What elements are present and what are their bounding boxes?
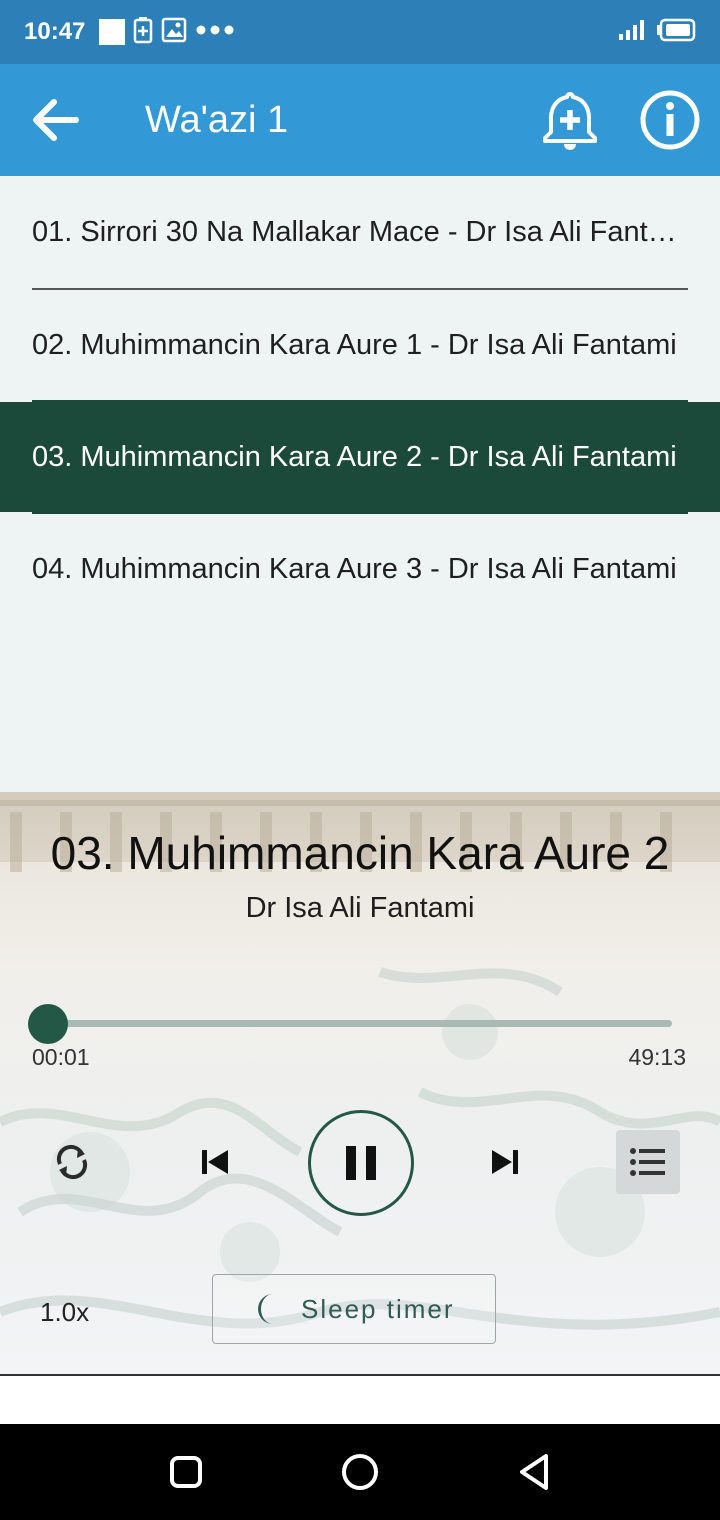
current-time: 00:01: [32, 1044, 90, 1070]
progress-thumb[interactable]: [28, 1004, 68, 1044]
player-panel: 03. Muhimmancin Kara Aure 2 Dr Isa Ali F…: [0, 792, 720, 1374]
info-icon[interactable]: [638, 88, 702, 152]
status-bar: 10:47: [0, 0, 720, 64]
moon-icon: [258, 1294, 273, 1324]
app-bar: Wa'azi 1: [0, 64, 720, 176]
sleep-timer-button[interactable]: Sleep timer: [212, 1274, 496, 1344]
skip-next-icon[interactable]: [474, 1132, 534, 1192]
status-time: 10:47: [24, 18, 86, 45]
sleep-timer-label: Sleep timer: [301, 1293, 455, 1324]
battery-icon: [656, 18, 696, 47]
skip-previous-icon[interactable]: [186, 1132, 246, 1192]
signal-icon: [618, 18, 646, 47]
pause-button[interactable]: [308, 1110, 414, 1216]
track-list: 01. Sirrori 30 Na Mallakar Mace - Dr Isa…: [0, 176, 720, 624]
image-icon: [161, 17, 187, 48]
list-item-active[interactable]: 03. Muhimmancin Kara Aure 2 - Dr Isa Ali…: [0, 402, 720, 512]
total-time: 49:13: [628, 1044, 686, 1070]
list-item[interactable]: 01. Sirrori 30 Na Mallakar Mace - Dr Isa…: [0, 176, 720, 288]
home-icon[interactable]: [336, 1448, 384, 1496]
repeat-icon[interactable]: [44, 1134, 100, 1190]
add-alarm-icon[interactable]: [538, 88, 602, 152]
system-nav-bar: [0, 1424, 720, 1520]
list-item[interactable]: 04. Muhimmancin Kara Aure 3 - Dr Isa Ali…: [0, 514, 720, 624]
pause-icon: [346, 1146, 376, 1180]
back-nav-icon[interactable]: [510, 1448, 558, 1496]
track-label: 02. Muhimmancin Kara Aure 1 - Dr Isa Ali…: [32, 328, 677, 361]
now-playing-artist: Dr Isa Ali Fantami: [245, 892, 475, 924]
track-label: 01. Sirrori 30 Na Mallakar Mace - Dr Isa…: [32, 215, 688, 248]
battery-plus-icon: [133, 16, 153, 49]
now-playing-title: 03. Muhimmancin Kara Aure 2: [50, 827, 670, 879]
track-label: 03. Muhimmancin Kara Aure 2 - Dr Isa Ali…: [32, 440, 677, 473]
queue-list-icon[interactable]: [616, 1130, 680, 1194]
track-label: 04. Muhimmancin Kara Aure 3 - Dr Isa Ali…: [32, 552, 677, 585]
bottom-spacer: [0, 1376, 720, 1424]
page-title: Wa'azi 1: [145, 99, 289, 141]
back-arrow-icon[interactable]: [26, 90, 86, 150]
more-dots-icon: [195, 23, 235, 41]
playback-speed[interactable]: 1.0x: [40, 1297, 89, 1328]
progress-track[interactable]: [48, 1020, 672, 1027]
notification-square-icon: [99, 19, 126, 45]
recent-apps-icon[interactable]: [162, 1448, 210, 1496]
list-item[interactable]: 02. Muhimmancin Kara Aure 1 - Dr Isa Ali…: [0, 290, 720, 400]
